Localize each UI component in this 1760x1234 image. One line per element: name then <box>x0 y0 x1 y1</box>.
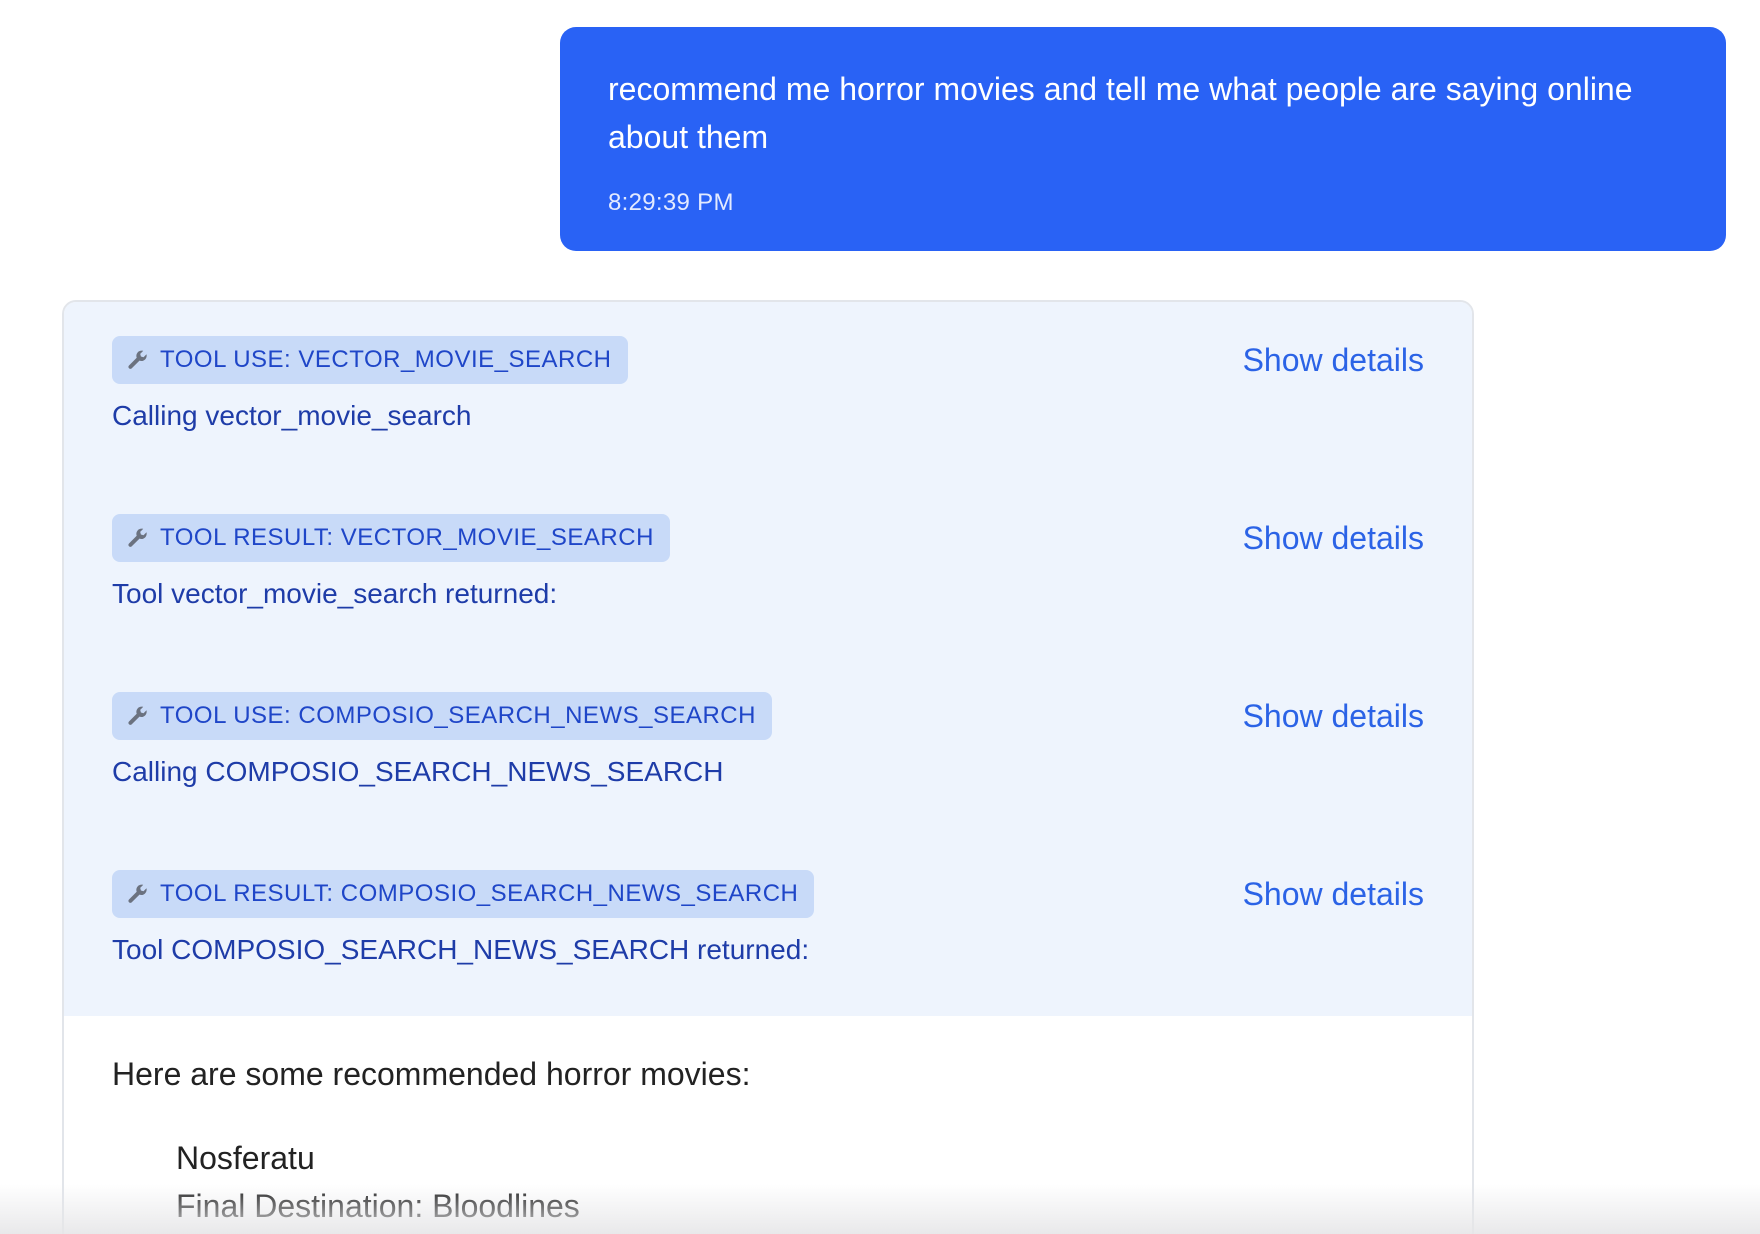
tool-badge-label: TOOL RESULT: VECTOR_MOVIE_SEARCH <box>160 524 654 551</box>
user-message-timestamp: 8:29:39 PM <box>608 189 734 216</box>
tool-description: Tool COMPOSIO_SEARCH_NEWS_SEARCH returne… <box>112 934 810 965</box>
tool-badge: TOOL USE: COMPOSIO_SEARCH_NEWS_SEARCH <box>112 692 772 740</box>
tool-badge-label: TOOL USE: COMPOSIO_SEARCH_NEWS_SEARCH <box>160 702 756 729</box>
tool-block: TOOL USE: COMPOSIO_SEARCH_NEWS_SEARCH Ca… <box>112 692 1424 870</box>
tool-badge-label: TOOL USE: VECTOR_MOVIE_SEARCH <box>160 346 612 373</box>
tool-block: TOOL USE: VECTOR_MOVIE_SEARCH Calling ve… <box>112 336 1424 514</box>
show-details-button[interactable]: Show details <box>1243 696 1424 736</box>
tool-calls-section: TOOL USE: VECTOR_MOVIE_SEARCH Calling ve… <box>64 302 1472 1016</box>
tool-block: TOOL RESULT: VECTOR_MOVIE_SEARCH Tool ve… <box>112 514 1424 692</box>
wrench-icon <box>126 704 150 728</box>
show-details-button[interactable]: Show details <box>1243 518 1424 558</box>
movie-list: Nosferatu Final Destination: Bloodlines <box>112 1134 1424 1230</box>
tool-description: Calling vector_movie_search <box>112 400 472 431</box>
user-message-bubble: recommend me horror movies and tell me w… <box>560 27 1726 251</box>
answer-intro: Here are some recommended horror movies: <box>112 1056 751 1092</box>
show-details-button[interactable]: Show details <box>1243 340 1424 380</box>
tool-badge-label: TOOL RESULT: COMPOSIO_SEARCH_NEWS_SEARCH <box>160 880 799 907</box>
list-item: Nosferatu <box>176 1140 315 1176</box>
wrench-icon <box>126 526 150 550</box>
tool-block: TOOL RESULT: COMPOSIO_SEARCH_NEWS_SEARCH… <box>112 870 1424 1048</box>
list-item: Final Destination: Bloodlines <box>176 1188 580 1224</box>
user-message-text: recommend me horror movies and tell me w… <box>608 71 1633 155</box>
wrench-icon <box>126 348 150 372</box>
tool-description: Calling COMPOSIO_SEARCH_NEWS_SEARCH <box>112 756 724 787</box>
tool-badge: TOOL USE: VECTOR_MOVIE_SEARCH <box>112 336 628 384</box>
tool-description: Tool vector_movie_search returned: <box>112 578 558 609</box>
assistant-answer: Here are some recommended horror movies:… <box>64 1016 1472 1230</box>
tool-badge: TOOL RESULT: COMPOSIO_SEARCH_NEWS_SEARCH <box>112 870 815 918</box>
assistant-message-card: TOOL USE: VECTOR_MOVIE_SEARCH Calling ve… <box>62 300 1474 1234</box>
chat-page: recommend me horror movies and tell me w… <box>0 0 1760 1234</box>
tool-badge: TOOL RESULT: VECTOR_MOVIE_SEARCH <box>112 514 670 562</box>
wrench-icon <box>126 882 150 906</box>
show-details-button[interactable]: Show details <box>1243 874 1424 914</box>
